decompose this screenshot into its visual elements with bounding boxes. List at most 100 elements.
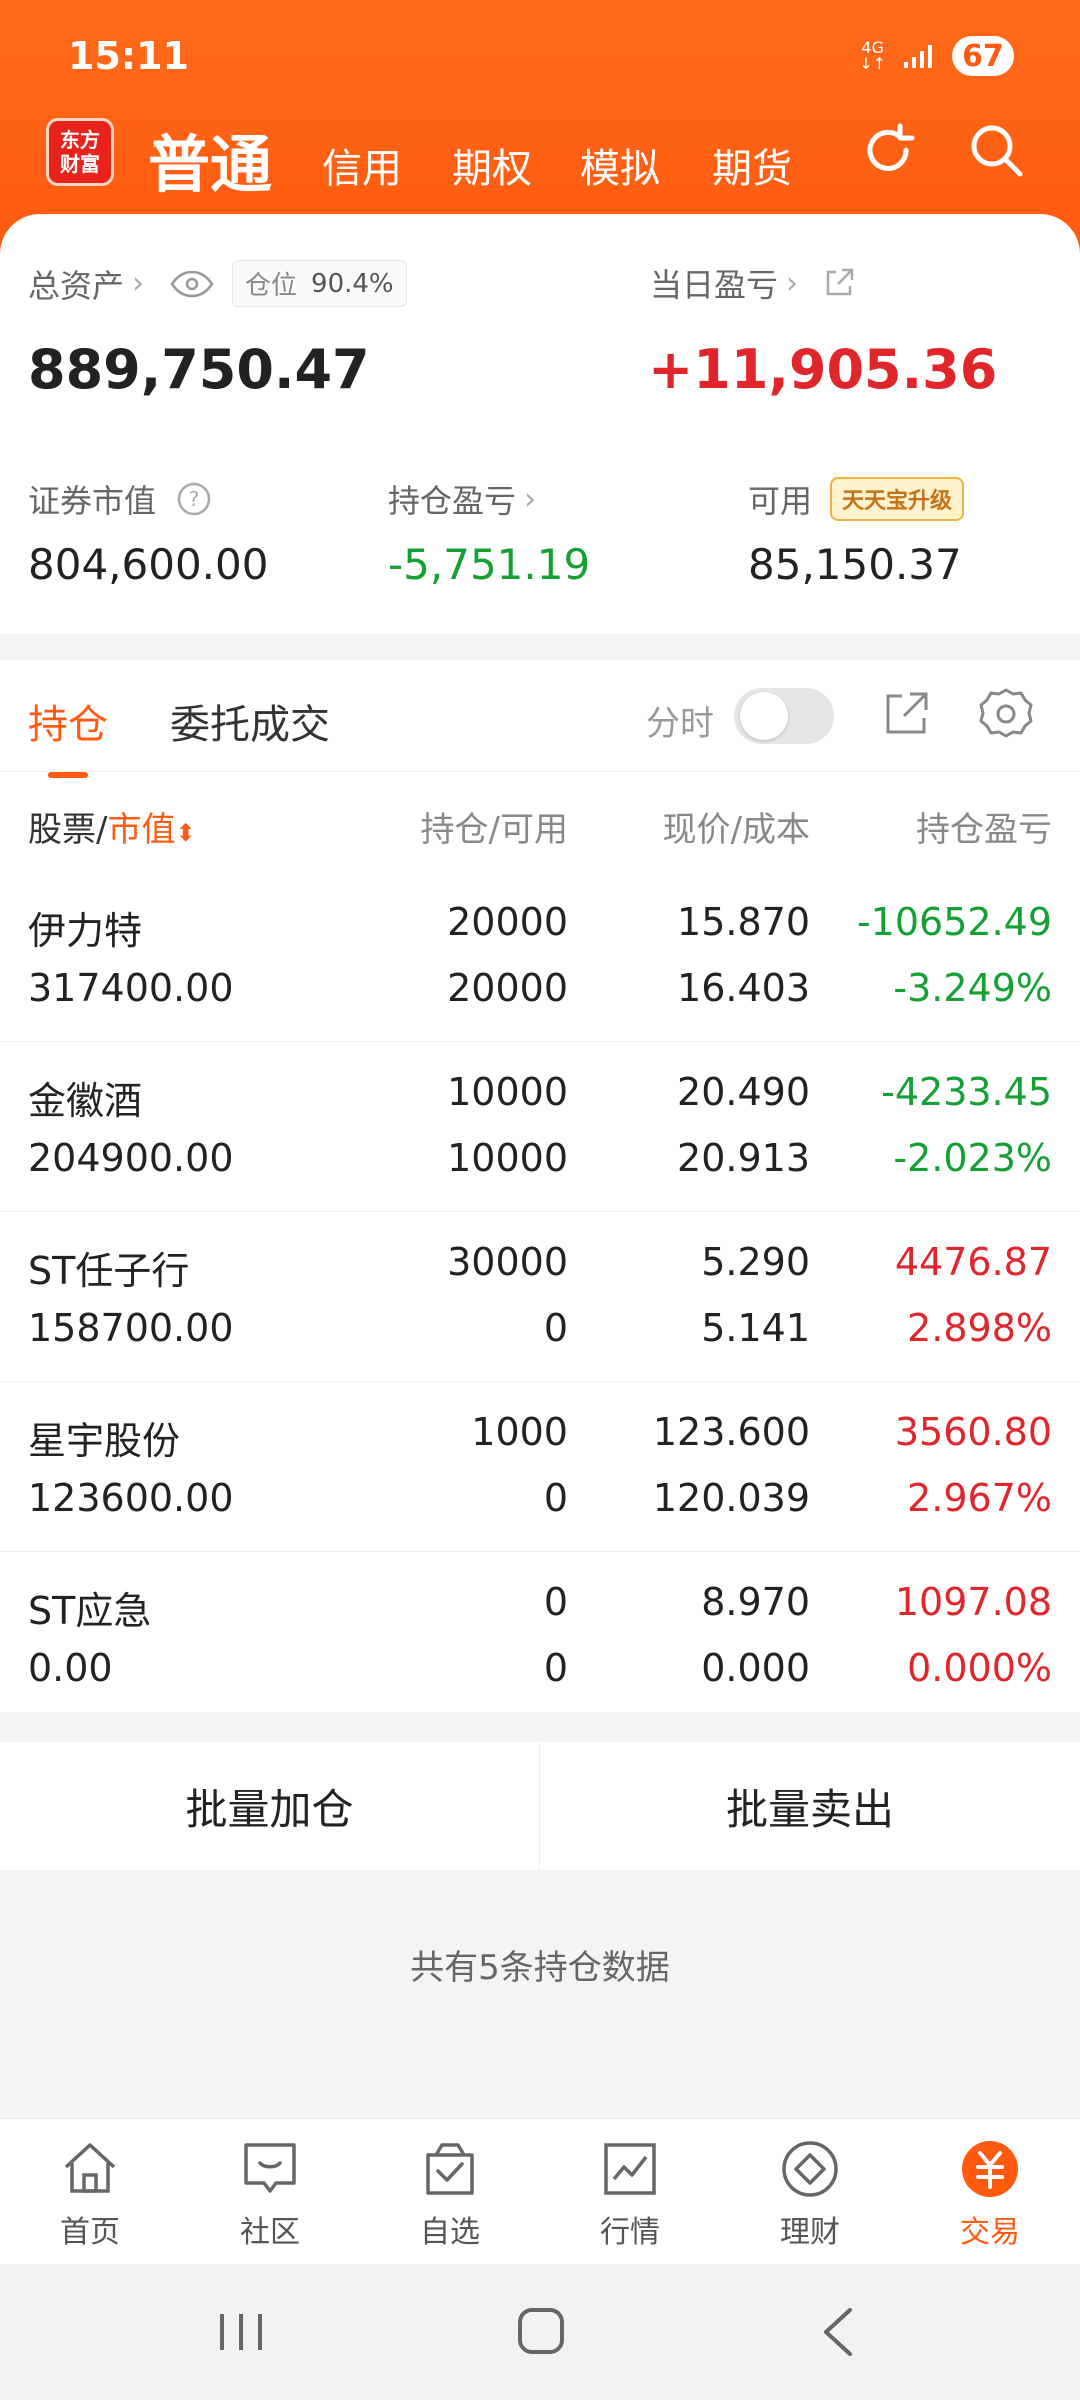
batch-add-button[interactable]: 批量加仓 <box>0 1742 540 1870</box>
stock-position: 20000 <box>447 900 568 944</box>
toggle-knob <box>740 692 788 740</box>
tiantianbao-upgrade-badge[interactable]: 天天宝升级 <box>830 477 965 521</box>
header-position-available[interactable]: 持仓/可用 <box>421 802 568 851</box>
available-label-group: 可用 天天宝升级 <box>748 476 965 522</box>
tab-futures[interactable]: 期货 <box>712 136 792 194</box>
daily-pnl-label: 当日盈亏 <box>650 266 779 304</box>
stock-market-value: 123600.00 <box>28 1476 234 1520</box>
total-assets-label: 总资产 <box>28 266 125 305</box>
refresh-icon[interactable] <box>856 118 920 182</box>
nav-watchlist[interactable]: 自选 <box>360 2137 540 2257</box>
status-icons: 4G ↓↑ 67 <box>859 36 1014 76</box>
available-label: 可用 <box>748 482 813 520</box>
daily-pnl-link[interactable]: 当日盈亏 › <box>650 260 856 306</box>
header-holding-pnl[interactable]: 持仓盈亏 <box>916 802 1052 851</box>
table-row[interactable]: 星宇股份 123600.00 1000 0 123.600 120.039 35… <box>0 1382 1080 1552</box>
stock-available: 0 <box>543 1646 568 1690</box>
stock-position: 0 <box>543 1580 568 1624</box>
stock-position: 1000 <box>471 1410 568 1454</box>
home-button-icon[interactable] <box>506 2300 576 2364</box>
table-row[interactable]: 金徽酒 204900.00 10000 10000 20.490 20.913 … <box>0 1042 1080 1212</box>
position-label: 仓位 <box>245 271 298 301</box>
line-chart-icon <box>604 2143 656 2195</box>
asset-summary: 总资产 › 仓位 90.4% 889,750.47 当日盈亏 › +11,905… <box>0 214 1080 634</box>
nav-market[interactable]: 行情 <box>540 2137 720 2257</box>
stock-pnl-pct: -3.249% <box>893 966 1052 1010</box>
total-assets-link[interactable]: 总资产 › 仓位 90.4% <box>28 260 407 307</box>
daily-pnl-value: +11,905.36 <box>648 338 998 401</box>
holdings-panel: 持仓 委托成交 分时 股票/市值⬍ 持仓/可用 现价/成本 持仓盈亏 伊力特 3… <box>0 660 1080 1722</box>
logo-text: 东方 财富 <box>60 128 100 176</box>
tab-normal[interactable]: 普通 <box>148 114 272 204</box>
share-icon[interactable] <box>878 686 934 742</box>
top-nav: 东方 财富 普通 信用 期权 模拟 期货 <box>0 110 1080 220</box>
external-link-icon[interactable] <box>822 266 856 300</box>
stock-position: 10000 <box>447 1070 568 1114</box>
holdings-table-header: 股票/市值⬍ 持仓/可用 现价/成本 持仓盈亏 <box>0 772 1080 872</box>
back-icon[interactable] <box>804 2300 874 2364</box>
stock-market-value: 0.00 <box>28 1646 113 1690</box>
stock-pnl-pct: 2.898% <box>907 1306 1052 1350</box>
stock-available: 10000 <box>447 1136 568 1180</box>
stock-cost: 5.141 <box>701 1306 810 1350</box>
position-badge: 仓位 90.4% <box>232 260 407 307</box>
stock-market-value: 158700.00 <box>28 1306 234 1350</box>
svg-text:?: ? <box>189 487 200 511</box>
stock-available: 0 <box>543 1306 568 1350</box>
fenshi-toggle[interactable] <box>734 688 834 744</box>
stock-name: 金徽酒 <box>28 1079 143 1123</box>
shopping-bag-check-icon <box>426 2143 474 2195</box>
table-row[interactable]: ST任子行 158700.00 30000 0 5.290 5.141 4476… <box>0 1212 1080 1382</box>
holdings-count-note: 共有5条持仓数据 <box>410 1948 670 1988</box>
nav-community[interactable]: 社区 <box>180 2137 360 2257</box>
nav-community-label: 社区 <box>240 2215 300 2250</box>
holding-pnl-value: -5,751.19 <box>388 540 591 589</box>
chevron-right-icon: › <box>132 266 145 301</box>
stock-price: 15.870 <box>677 900 810 944</box>
header-stock-marketvalue[interactable]: 股票/市值⬍ <box>28 802 196 851</box>
header-price-cost[interactable]: 现价/成本 <box>663 802 810 851</box>
chevron-right-icon: › <box>786 265 799 301</box>
nav-wealth[interactable]: 理财 <box>720 2137 900 2257</box>
chat-bubble-icon <box>244 2143 296 2193</box>
batch-sell-button[interactable]: 批量卖出 <box>540 1742 1080 1870</box>
stock-cost: 16.403 <box>677 966 810 1010</box>
table-row[interactable]: 伊力特 317400.00 20000 20000 15.870 16.403 … <box>0 872 1080 1042</box>
eye-icon[interactable] <box>170 269 214 299</box>
table-row[interactable]: ST应急 0.00 0 0 8.970 0.000 1097.08 0.000% <box>0 1552 1080 1722</box>
status-time: 15:11 <box>68 34 189 78</box>
stock-cost: 20.913 <box>677 1136 810 1180</box>
help-icon[interactable]: ? <box>176 481 212 517</box>
holding-pnl-label: 持仓盈亏 <box>388 482 517 520</box>
stock-pnl: -4233.45 <box>881 1070 1052 1114</box>
network-indicator: 4G ↓↑ <box>859 38 886 73</box>
chevron-right-icon: › <box>524 481 537 517</box>
home-icon <box>64 2143 116 2193</box>
bottom-nav: 首页 社区 自选 行情 理财 交易 <box>0 2118 1080 2264</box>
stock-pnl: 4476.87 <box>894 1240 1052 1284</box>
stock-name: ST应急 <box>28 1589 152 1633</box>
stock-price: 8.970 <box>701 1580 810 1624</box>
stock-price: 20.490 <box>677 1070 810 1114</box>
sort-icon: ⬍ <box>175 819 196 847</box>
total-assets-value: 889,750.47 <box>28 338 370 401</box>
nav-home-label: 首页 <box>60 2215 120 2250</box>
gear-icon[interactable] <box>978 686 1034 742</box>
search-icon[interactable] <box>964 118 1028 182</box>
tab-options[interactable]: 期权 <box>452 136 532 194</box>
holding-pnl-link[interactable]: 持仓盈亏 › <box>388 476 536 522</box>
header-market-value: 市值 <box>107 810 176 850</box>
nav-trade[interactable]: 交易 <box>900 2137 1080 2257</box>
stock-pnl-pct: 2.967% <box>907 1476 1052 1520</box>
tab-credit[interactable]: 信用 <box>322 136 402 194</box>
stock-cost: 120.039 <box>652 1476 810 1520</box>
stock-market-value: 204900.00 <box>28 1136 234 1180</box>
recent-apps-icon[interactable] <box>206 2300 276 2364</box>
brand-logo[interactable]: 东方 财富 <box>46 118 114 186</box>
tab-simulation[interactable]: 模拟 <box>580 136 660 194</box>
stock-cost: 0.000 <box>701 1646 810 1690</box>
tab-holdings[interactable]: 持仓 <box>28 692 108 778</box>
market-value-label: 证券市值 <box>28 482 157 520</box>
nav-home[interactable]: 首页 <box>0 2137 180 2257</box>
tab-orders-trades[interactable]: 委托成交 <box>170 692 330 750</box>
